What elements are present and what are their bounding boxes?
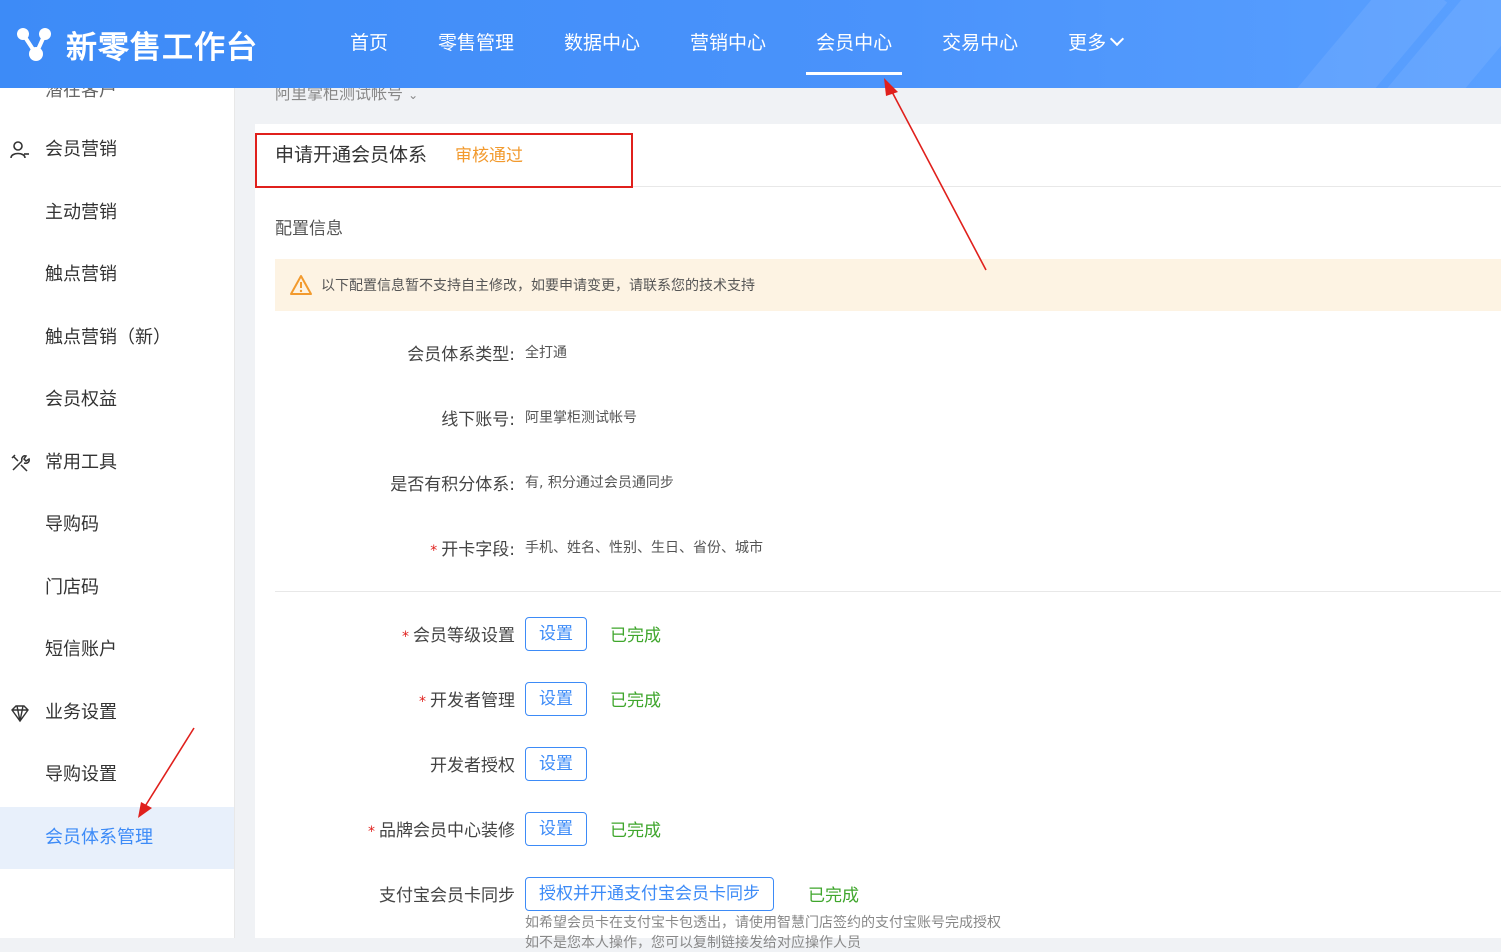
chevron-down-icon [1110, 31, 1125, 47]
sidebar-item-touchpoint-marketing[interactable]: 触点营销 [0, 244, 234, 306]
sidebar-item-label: 门店码 [45, 577, 99, 598]
points-system-label: 是否有积分体系: [390, 470, 515, 495]
main-nav: 首页 零售管理 数据中心 营销中心 会员中心 交易中心 更多 [350, 0, 1172, 88]
sidebar-item-label: 主动营销 [45, 202, 117, 223]
sidebar-group-common-tools[interactable]: 常用工具 [0, 432, 234, 494]
label-text: 开发者管理 [430, 691, 515, 711]
sidebar-item-label: 潜在客户 [45, 88, 117, 101]
sidebar-item-store-code[interactable]: 门店码 [0, 557, 234, 619]
sidebar-item-guide-code[interactable]: 导购码 [0, 494, 234, 556]
member-system-card: 申请开通会员体系 审核通过 配置信息 以下配置信息暂不支持自主修改，如要申请变更… [255, 124, 1501, 951]
sidebar-item-label: 会员体系管理 [45, 827, 153, 848]
sidebar-item-touchpoint-marketing-new[interactable]: 触点营销（新） [0, 307, 234, 369]
alipay-hint: 如希望会员卡在支付宝卡包透出，请使用智慧门店签约的支付宝账号完成授权 [525, 915, 1001, 931]
offline-account-label: 线下账号: [441, 405, 515, 430]
alipay-hint-2: 如不是您本人操作，您可以复制链接发给对应操作人员 [525, 935, 861, 951]
chevron-down-icon: ⌄ [408, 88, 419, 102]
label-text: 品牌会员中心装修 [379, 821, 515, 841]
card-fields-value: 手机、姓名、性别、生日、省份、城市 [525, 540, 763, 556]
annotation-highlight-box [255, 133, 633, 188]
status-completed: 已完成 [610, 691, 661, 711]
sidebar-item-label: 短信账户 [45, 639, 117, 660]
diamond-icon [11, 705, 29, 723]
label-text: 会员等级设置 [413, 626, 515, 646]
nav-retail-management[interactable]: 零售管理 [438, 0, 514, 88]
label-text: 开卡字段: [441, 540, 515, 560]
nav-more[interactable]: 更多 [1068, 0, 1125, 88]
points-system-value: 有, 积分通过会员通同步 [525, 475, 674, 491]
main-content: 阿里掌柜测试帐号 ⌄ 申请开通会员体系 审核通过 配置信息 以下配置信息暂不支持… [255, 84, 1501, 951]
divider [275, 591, 1501, 592]
member-level-settings-button[interactable]: 设置 [525, 617, 587, 651]
developer-management-button[interactable]: 设置 [525, 682, 587, 716]
sidebar-item-label: 导购设置 [45, 764, 117, 785]
sidebar-item-label: 会员权益 [45, 389, 117, 410]
developer-authorization-button[interactable]: 设置 [525, 747, 587, 781]
warning-text: 以下配置信息暂不支持自主修改，如要申请变更，请联系您的技术支持 [321, 278, 755, 294]
sidebar-item-label: 触点营销 [45, 264, 117, 285]
brand-member-center-decoration-button[interactable]: 设置 [525, 812, 587, 846]
member-level-settings-label: * 会员等级设置 [402, 621, 515, 646]
authorize-alipay-card-sync-button[interactable]: 授权并开通支付宝会员卡同步 [525, 877, 774, 911]
sidebar-item-active-marketing[interactable]: 主动营销 [0, 182, 234, 244]
logo-icon [17, 28, 51, 61]
sidebar-item-label: 业务设置 [45, 702, 117, 723]
status-completed: 已完成 [610, 626, 661, 646]
required-mark: * [368, 824, 375, 840]
nav-marketing-center[interactable]: 营销中心 [690, 0, 766, 88]
required-mark: * [430, 543, 438, 559]
developer-authorization-label: 开发者授权 [430, 751, 515, 776]
user-icon [10, 141, 29, 159]
member-system-type-value: 全打通 [525, 345, 567, 361]
sidebar-item-member-system-management[interactable]: 会员体系管理 [0, 807, 234, 869]
required-mark: * [402, 629, 409, 645]
app-title: 新零售工作台 [66, 29, 258, 66]
sidebar-item-label: 导购码 [45, 514, 99, 535]
sidebar-item-label: 触点营销（新） [45, 327, 171, 348]
label-text: 线下账号: [441, 410, 515, 430]
nav-data-center[interactable]: 数据中心 [564, 0, 640, 88]
brand-member-center-decoration-label: * 品牌会员中心装修 [368, 816, 515, 841]
nav-more-label: 更多 [1068, 32, 1107, 54]
alipay-card-sync-label: 支付宝会员卡同步 [379, 881, 515, 906]
sidebar-item-sms-account[interactable]: 短信账户 [0, 619, 234, 681]
sidebar-item-guide-settings[interactable]: 导购设置 [0, 744, 234, 806]
label-text: 支付宝会员卡同步 [379, 886, 515, 906]
sidebar-item-label: 会员营销 [45, 139, 117, 160]
nav-home[interactable]: 首页 [350, 0, 388, 88]
offline-account-value: 阿里掌柜测试帐号 [525, 410, 637, 426]
sidebar-item-label: 常用工具 [45, 452, 117, 473]
section-title: 配置信息 [275, 219, 343, 239]
app-logo[interactable]: 新零售工作台 [14, 22, 258, 66]
status-completed: 已完成 [808, 886, 859, 906]
nav-member-center[interactable]: 会员中心 [806, 0, 903, 88]
warning-icon [290, 275, 312, 295]
tools-icon [11, 454, 30, 472]
sidebar: 潜在客户 会员营销 主动营销 触点营销 触点营销（新） 会员权益 常用工具 导购… [0, 88, 235, 938]
member-system-type-label: 会员体系类型: [407, 340, 515, 365]
warning-banner: 以下配置信息暂不支持自主修改，如要申请变更，请联系您的技术支持 [275, 259, 1501, 311]
label-text: 开发者授权 [430, 756, 515, 776]
nav-trade-center[interactable]: 交易中心 [942, 0, 1018, 88]
sidebar-item-member-benefits[interactable]: 会员权益 [0, 369, 234, 431]
top-navigation-bar: 新零售工作台 首页 零售管理 数据中心 营销中心 会员中心 交易中心 更多 [0, 0, 1501, 88]
card-fields-label: * 开卡字段: [430, 535, 515, 560]
sidebar-group-business-settings[interactable]: 业务设置 [0, 682, 234, 744]
developer-management-label: * 开发者管理 [419, 686, 515, 711]
sidebar-group-member-marketing[interactable]: 会员营销 [0, 119, 234, 181]
sidebar-item-potential-customers[interactable]: 潜在客户 [0, 88, 234, 122]
required-mark: * [419, 694, 426, 710]
label-text: 是否有积分体系: [390, 475, 515, 495]
label-text: 会员体系类型: [407, 345, 515, 365]
status-completed: 已完成 [610, 821, 661, 841]
